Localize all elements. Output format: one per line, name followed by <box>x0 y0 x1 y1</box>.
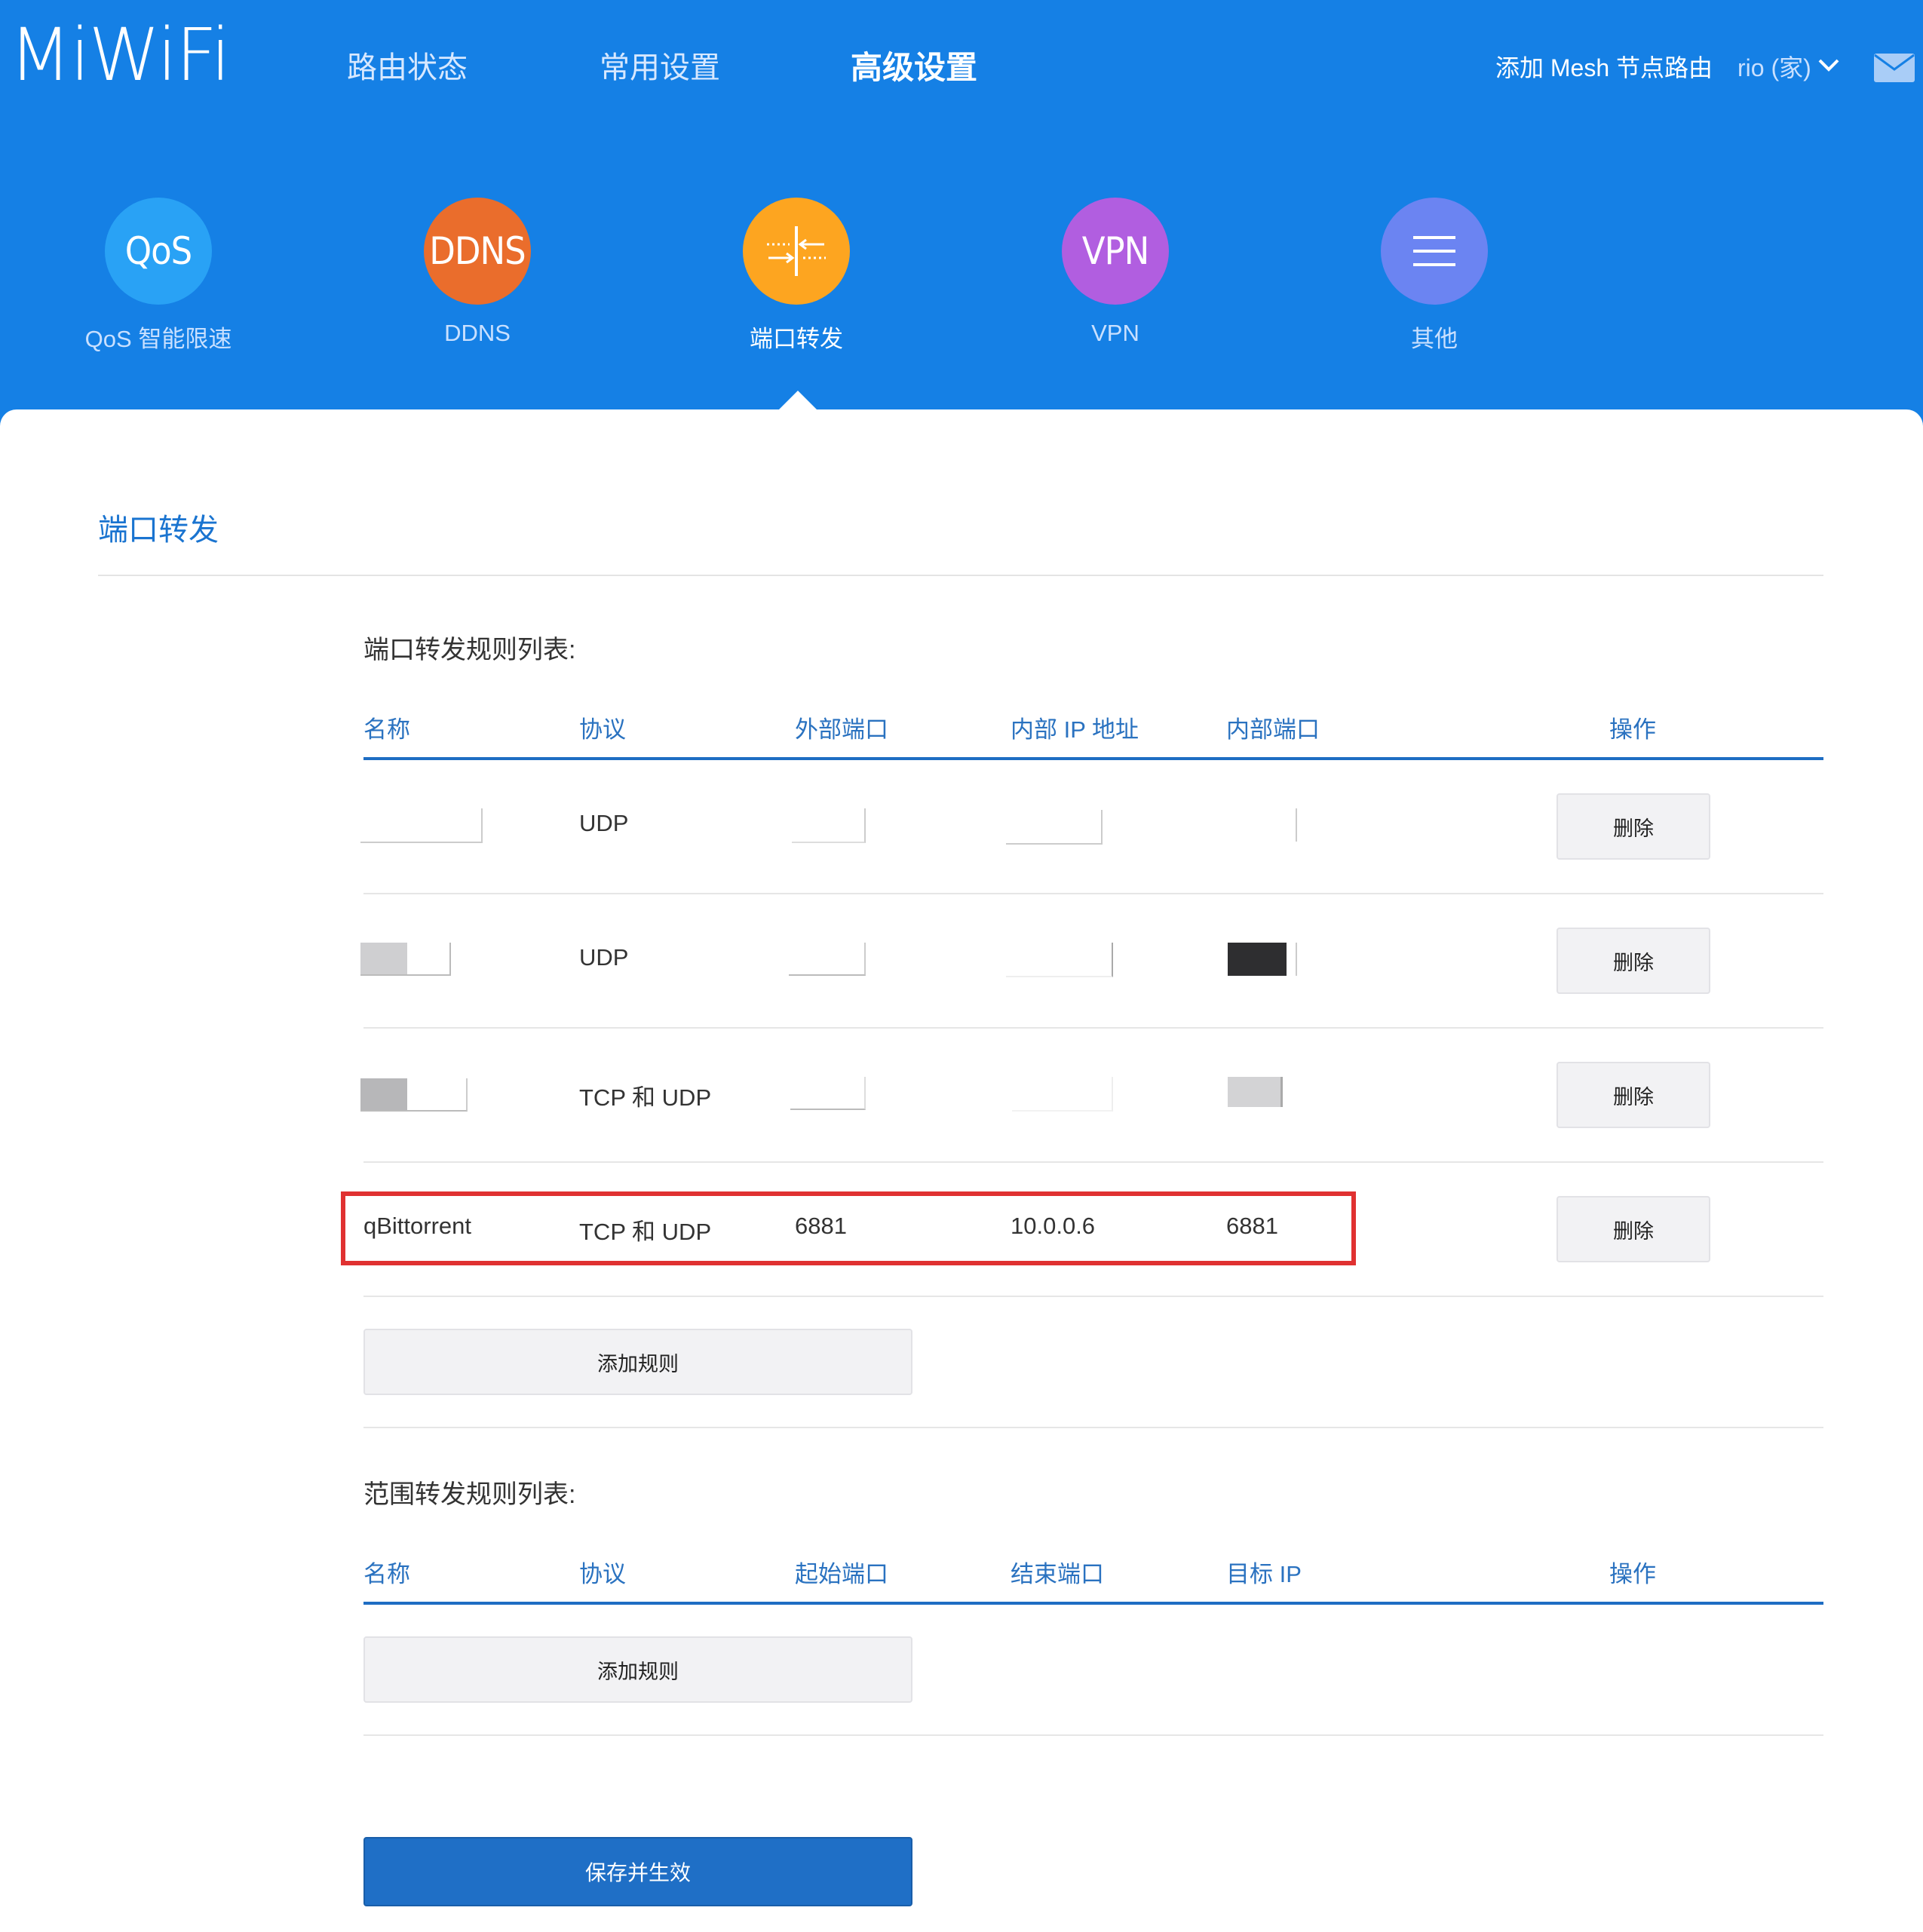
qos-glyph: QoS <box>124 229 192 273</box>
port-forward-section-title: 端口转发规则列表: <box>363 636 576 664</box>
redacted-internal-port <box>1228 943 1287 976</box>
delete-button[interactable]: 删除 <box>1556 1196 1710 1262</box>
add-range-forward-rule-button[interactable]: 添加规则 <box>363 1636 912 1703</box>
redacted-internal-ip <box>1006 943 1113 977</box>
redacted-name <box>360 1078 468 1112</box>
iconnav-ddns[interactable]: DDNS DDNS <box>364 198 590 363</box>
port-forward-icon <box>743 198 850 305</box>
redacted-name <box>360 808 483 843</box>
qos-icon: QoS <box>105 198 212 305</box>
iconnav-port-forward-label: 端口转发 <box>750 326 843 352</box>
section-divider <box>363 1734 1823 1736</box>
col-external-port: 外部端口 <box>795 716 888 743</box>
page-title: 端口转发 <box>98 514 219 547</box>
add-mesh-node-link[interactable]: 添加 Mesh 节点路由 <box>1495 47 1713 89</box>
col-internal-port: 内部端口 <box>1226 716 1320 743</box>
highlight-box <box>341 1191 1356 1265</box>
iconnav-port-forward[interactable]: 端口转发 <box>683 198 909 363</box>
redacted-internal-ip <box>1012 1077 1113 1112</box>
iconnav-qos-label: QoS 智能限速 <box>84 326 232 352</box>
title-divider <box>98 575 1823 576</box>
top-header: MiWiFi 路由状态 常用设置 高级设置 添加 Mesh 节点路由 rio (… <box>0 0 1923 430</box>
vpn-icon: VPN <box>1062 198 1169 305</box>
ddns-icon: DDNS <box>424 198 531 305</box>
user-menu[interactable]: rio (家) <box>1737 47 1811 89</box>
col-internal-ip: 内部 IP 地址 <box>1011 716 1139 743</box>
range-forward-section-title: 范围转发规则列表: <box>363 1480 576 1509</box>
mail-icon[interactable] <box>1873 53 1915 83</box>
delete-button[interactable]: 删除 <box>1556 793 1710 860</box>
nav-router-status[interactable]: 路由状态 <box>347 45 468 90</box>
redacted-internal-port <box>1228 1077 1283 1107</box>
table-row: UDP 删除 <box>360 760 1823 894</box>
hamburger-glyph <box>1413 236 1455 266</box>
section-divider <box>363 1427 1823 1428</box>
redacted-name <box>360 943 451 976</box>
miwifi-logo: MiWiFi <box>9 13 231 97</box>
ddns-glyph: DDNS <box>429 229 526 273</box>
col-end-port: 结束端口 <box>1011 1561 1104 1587</box>
col-start-port: 起始端口 <box>795 1561 888 1587</box>
iconnav-vpn-label: VPN <box>1091 320 1139 346</box>
save-and-apply-button[interactable]: 保存并生效 <box>363 1837 912 1906</box>
col-name: 名称 <box>363 716 410 743</box>
port-forward-glyph <box>767 226 826 276</box>
redacted-external-port <box>789 943 866 976</box>
chevron-down-icon[interactable] <box>1817 57 1840 72</box>
col-target-ip: 目标 IP <box>1226 1561 1302 1587</box>
row-protocol: UDP <box>579 944 629 971</box>
row-protocol: TCP 和 UDP <box>579 1084 712 1111</box>
vpn-glyph: VPN <box>1081 229 1150 273</box>
iconnav-other-label: 其他 <box>1411 326 1458 352</box>
nav-advanced-settings[interactable]: 高级设置 <box>851 45 977 90</box>
redacted-internal-port <box>1296 808 1297 842</box>
table-row: TCP 和 UDP 删除 <box>360 1029 1823 1163</box>
col-action: 操作 <box>1609 716 1656 743</box>
delete-button[interactable]: 删除 <box>1556 1062 1710 1128</box>
port-forward-table-header: 名称 协议 外部端口 内部 IP 地址 内部端口 操作 <box>363 697 1823 760</box>
iconnav-other[interactable]: 其他 <box>1321 198 1547 363</box>
menu-icon <box>1381 198 1488 305</box>
delete-button[interactable]: 删除 <box>1556 928 1710 994</box>
redacted-internal-ip <box>1006 810 1103 845</box>
col-protocol: 协议 <box>579 716 626 743</box>
iconnav-ddns-label: DDNS <box>444 320 511 346</box>
nav-common-settings[interactable]: 常用设置 <box>600 45 720 90</box>
active-tab-pointer <box>777 391 819 412</box>
iconnav-vpn[interactable]: VPN VPN <box>1002 198 1228 363</box>
redacted-external-port <box>792 808 866 843</box>
add-port-forward-rule-button[interactable]: 添加规则 <box>363 1329 912 1395</box>
row-protocol: UDP <box>579 810 629 836</box>
col-action: 操作 <box>1609 1561 1656 1587</box>
redacted-divider <box>1296 943 1297 976</box>
col-name: 名称 <box>363 1561 410 1587</box>
redacted-external-port <box>790 1077 866 1110</box>
iconnav-qos[interactable]: QoS QoS 智能限速 <box>45 198 271 363</box>
range-forward-table-header: 名称 协议 起始端口 结束端口 目标 IP 操作 <box>363 1541 1823 1605</box>
col-protocol: 协议 <box>579 1561 626 1587</box>
table-row: UDP 删除 <box>360 894 1823 1029</box>
